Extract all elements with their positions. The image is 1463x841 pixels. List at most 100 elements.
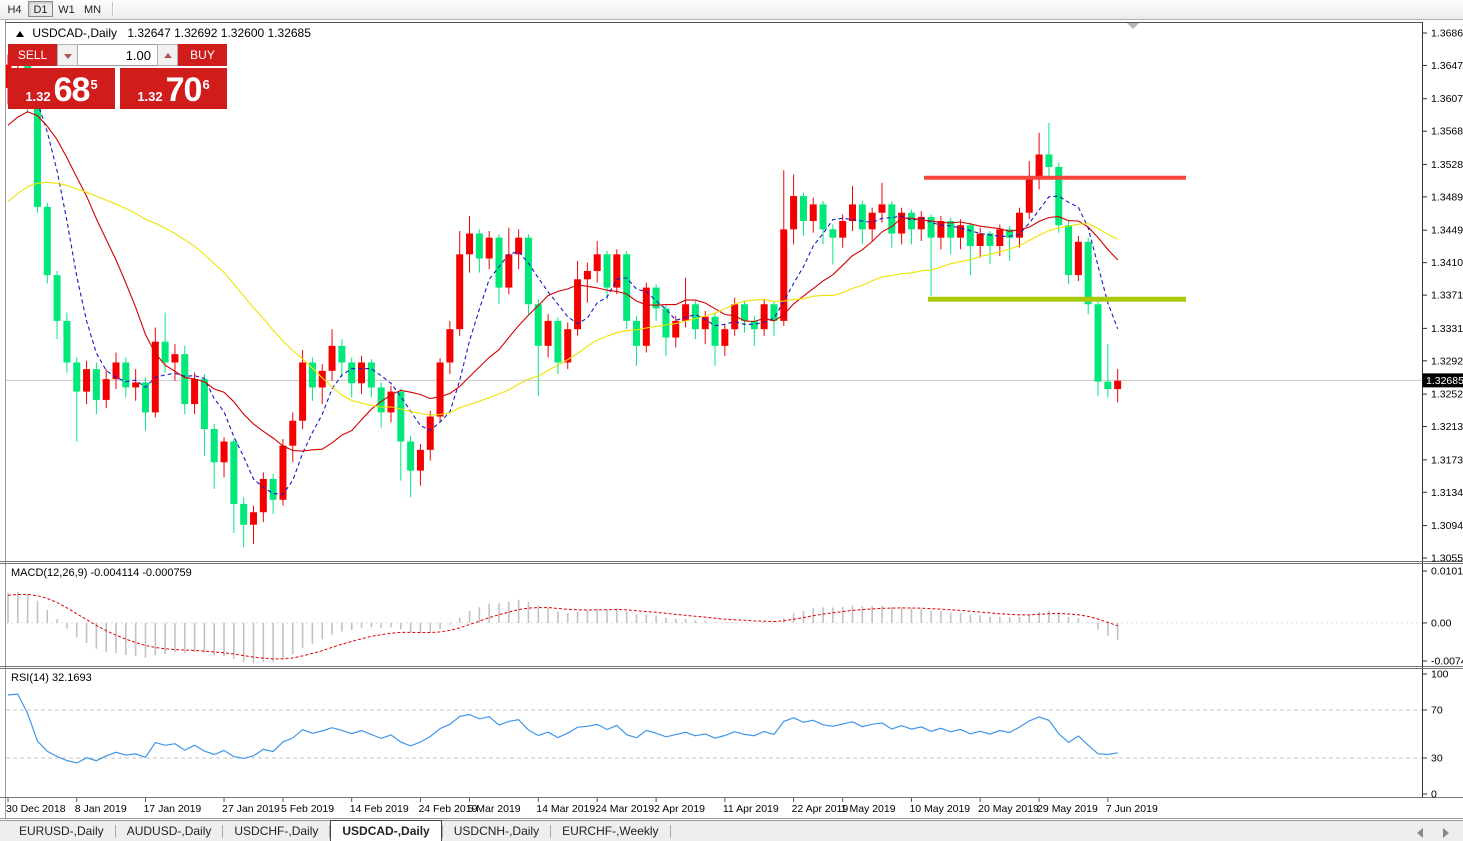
macd-axis-label: -0.0074763 — [1431, 656, 1463, 668]
buy-price-prefix: 1.32 — [137, 89, 162, 105]
candle — [1016, 213, 1023, 238]
candle — [113, 362, 120, 379]
candle — [191, 379, 198, 404]
chart-symbol-period: USDCAD-,Daily — [32, 26, 117, 40]
tab-scroll-left-button[interactable] — [1417, 828, 1423, 838]
price-axis-label: 1.30550 — [1431, 553, 1463, 565]
candle — [574, 279, 581, 329]
timeframe-button-d1[interactable]: D1 — [28, 1, 53, 17]
candle — [162, 342, 169, 363]
date-axis-label: 20 May 2019 — [978, 803, 1039, 815]
candle — [623, 254, 630, 321]
candle — [604, 254, 611, 287]
trading-terminal: 1.368601.364701.360701.356801.352801.348… — [0, 0, 1463, 841]
price-axis-label: 1.33710 — [1431, 290, 1463, 302]
candle — [407, 442, 414, 471]
date-axis-label: 1 May 2019 — [841, 803, 896, 815]
date-axis-label: 30 Dec 2018 — [6, 803, 66, 815]
candle — [829, 229, 836, 237]
candle — [721, 329, 728, 346]
candle — [820, 204, 827, 229]
tab-scroll-right-button[interactable] — [1443, 828, 1449, 838]
timeframe-button-h4[interactable]: H4 — [2, 1, 27, 17]
chart-tab[interactable]: USDCHF-,Daily — [223, 822, 329, 841]
price-axis-label: 1.34490 — [1431, 225, 1463, 237]
macd-axis-label: 0.010199 — [1431, 566, 1463, 578]
volume-input[interactable] — [78, 44, 157, 66]
sell-price-main: 68 — [54, 76, 90, 105]
chart-tab[interactable]: AUDUSD-,Daily — [116, 822, 223, 841]
candle — [338, 346, 345, 363]
candle — [260, 479, 267, 512]
volume-increase-button[interactable] — [157, 44, 178, 66]
sell-button[interactable]: SELL — [8, 44, 57, 66]
rsi-indicator-label: RSI(14) 32.1693 — [11, 672, 92, 684]
tab-separator — [670, 825, 671, 838]
candle — [770, 304, 777, 321]
collapse-chart-panel-icon[interactable] — [1127, 23, 1139, 29]
sell-price-pip: 5 — [90, 78, 97, 91]
candle — [662, 308, 669, 337]
chart-tab[interactable]: EURCHF-,Weekly — [551, 822, 669, 841]
timeframe-button-w1[interactable]: W1 — [54, 1, 79, 17]
candle — [839, 221, 846, 238]
candle — [132, 382, 139, 387]
candle — [692, 304, 699, 329]
candle — [486, 238, 493, 259]
price-axis-label: 1.31730 — [1431, 454, 1463, 466]
chart-title: USDCAD-,Daily 1.32647 1.32692 1.32600 1.… — [16, 26, 311, 40]
candle — [201, 379, 208, 429]
candle — [456, 254, 463, 329]
candle — [741, 304, 748, 321]
volume-decrease-button[interactable] — [57, 44, 78, 66]
sell-price-prefix: 1.32 — [25, 89, 50, 105]
candle — [584, 271, 591, 279]
chart-tab[interactable]: USDCAD-,Daily — [330, 820, 441, 841]
one-click-trading-toggle-icon[interactable] — [16, 31, 24, 37]
chart-tab[interactable]: EURUSD-,Daily — [8, 822, 115, 841]
candle — [525, 238, 532, 305]
buy-button[interactable]: BUY — [178, 44, 227, 66]
candle — [181, 354, 188, 404]
price-axis-label: 1.36070 — [1431, 93, 1463, 105]
candle — [505, 254, 512, 287]
candle — [957, 225, 964, 237]
chart-frame — [0, 20, 1463, 819]
candle — [417, 450, 424, 471]
candle — [878, 204, 885, 212]
candle — [1075, 242, 1082, 275]
toolbar-separator — [112, 2, 114, 16]
candle — [594, 254, 601, 271]
candle — [996, 229, 1003, 246]
candle — [1045, 154, 1052, 166]
candle — [1036, 154, 1043, 179]
price-axis-label: 1.35280 — [1431, 159, 1463, 171]
one-click-trading-panel: SELL BUY 1.32 68 5 1.32 70 6 — [8, 44, 227, 109]
candle — [682, 304, 689, 321]
candle — [888, 204, 895, 233]
price-axis-label: 1.30940 — [1431, 520, 1463, 532]
current-price-tag-label: 1.32685 — [1426, 375, 1463, 387]
rsi-axis-label: 100 — [1431, 669, 1449, 681]
buy-price-main: 70 — [166, 76, 202, 105]
candle — [751, 321, 758, 329]
timeframe-toolbar: H4D1W1MN — [0, 0, 1463, 20]
chart-tab[interactable]: USDCNH-,Daily — [443, 822, 550, 841]
candle — [63, 321, 70, 363]
candle — [515, 238, 522, 255]
candle — [908, 213, 915, 230]
buy-price-box[interactable]: 1.32 70 6 — [120, 68, 227, 109]
date-axis-label: 17 Jan 2019 — [143, 803, 201, 815]
rsi-axis-label: 0 — [1431, 789, 1437, 801]
macd-indicator-label: MACD(12,26,9) -0.004114 -0.000759 — [11, 567, 192, 579]
timeframe-button-mn[interactable]: MN — [80, 1, 105, 17]
date-axis-label: 2 Apr 2019 — [654, 803, 705, 815]
candle — [643, 288, 650, 346]
candle — [437, 362, 444, 416]
date-axis-label: 5 Feb 2019 — [281, 803, 334, 815]
rsi-line — [8, 694, 1118, 763]
chart-ohlc-quote: 1.32647 1.32692 1.32600 1.32685 — [127, 26, 311, 40]
candle — [1104, 382, 1111, 389]
candle — [712, 317, 719, 346]
sell-price-box[interactable]: 1.32 68 5 — [8, 68, 115, 109]
